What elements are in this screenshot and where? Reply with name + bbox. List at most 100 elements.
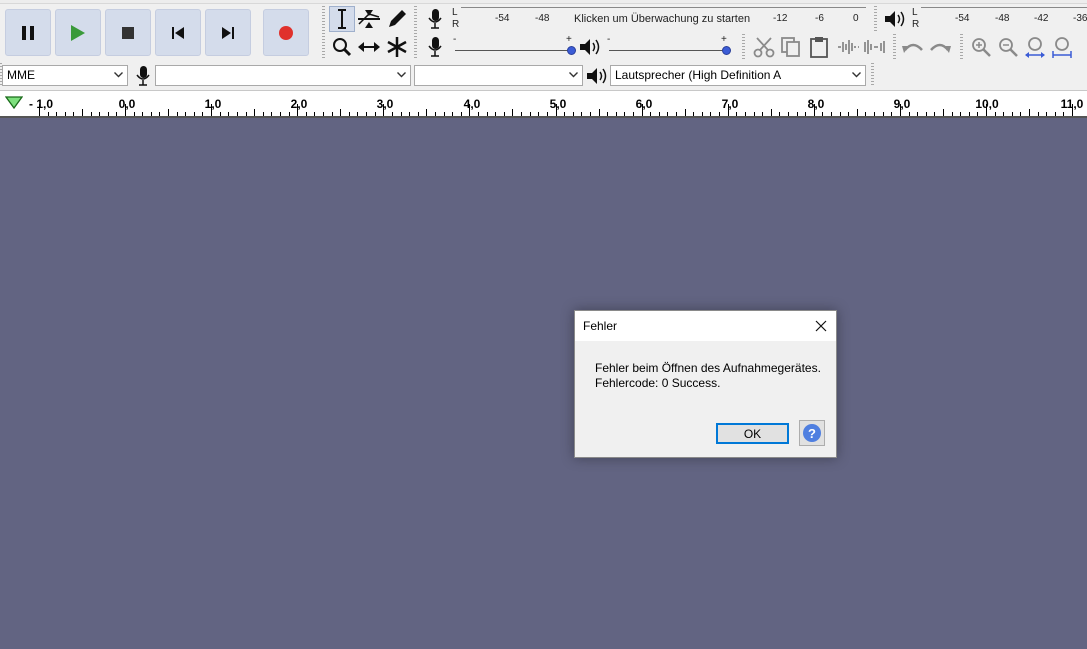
dialog-message-line: Fehlercode: 0 Success. bbox=[595, 376, 721, 390]
ruler-tick bbox=[934, 112, 936, 116]
playback-meter-button[interactable] bbox=[882, 6, 908, 32]
ruler-tick bbox=[107, 112, 109, 116]
cut-button[interactable] bbox=[751, 34, 777, 60]
zoom-in-button[interactable] bbox=[968, 34, 994, 60]
toolbar-grip[interactable] bbox=[871, 63, 874, 87]
slider-max-label: + bbox=[566, 34, 572, 45]
ruler-label: 10,0 bbox=[975, 97, 999, 111]
undo-button[interactable] bbox=[900, 34, 926, 60]
ruler-tick bbox=[271, 112, 273, 116]
ruler-tick bbox=[219, 112, 221, 116]
pause-button[interactable] bbox=[5, 9, 51, 56]
redo-button[interactable] bbox=[927, 34, 953, 60]
zoom-out-button[interactable] bbox=[995, 34, 1021, 60]
ruler-tick bbox=[787, 112, 789, 116]
skip-to-end-button[interactable] bbox=[205, 9, 251, 56]
silence-button[interactable] bbox=[862, 34, 888, 60]
copy-button[interactable] bbox=[778, 34, 804, 60]
ruler-tick bbox=[1029, 109, 1031, 116]
meter-tick: -12 bbox=[773, 13, 788, 24]
trim-button[interactable] bbox=[835, 34, 861, 60]
ruler-tick bbox=[942, 109, 944, 116]
ruler-tick bbox=[564, 112, 566, 116]
play-button[interactable] bbox=[55, 9, 101, 56]
speaker-icon bbox=[885, 11, 905, 27]
recording-device-select[interactable] bbox=[155, 65, 411, 86]
paste-button[interactable] bbox=[806, 34, 832, 60]
ruler-tick bbox=[546, 112, 548, 116]
ruler-tick bbox=[521, 112, 523, 116]
ruler-tick bbox=[744, 112, 746, 116]
play-head-triangle-icon[interactable] bbox=[5, 96, 23, 110]
ruler-tick bbox=[1046, 112, 1048, 116]
i-beam-icon bbox=[338, 9, 346, 29]
slider-max-label: + bbox=[721, 34, 727, 45]
ruler-tick bbox=[650, 112, 652, 116]
time-shift-tool[interactable] bbox=[356, 34, 382, 60]
chevron-down-icon bbox=[114, 72, 123, 78]
ok-button[interactable]: OK bbox=[716, 423, 789, 444]
ruler-tick bbox=[254, 109, 256, 116]
skip-to-start-button[interactable] bbox=[155, 9, 201, 56]
recording-volume-knob[interactable] bbox=[567, 46, 576, 55]
ruler-tick bbox=[1003, 112, 1005, 116]
meter-tick: -48 bbox=[995, 13, 1010, 24]
ruler-tick bbox=[719, 112, 721, 116]
ruler-tick bbox=[632, 112, 634, 116]
record-meter-button[interactable] bbox=[422, 6, 448, 32]
toolbar-grip[interactable] bbox=[874, 6, 877, 32]
ruler-tick bbox=[770, 109, 772, 116]
selection-tool[interactable] bbox=[329, 6, 355, 32]
meter-monitor-prompt[interactable]: Klicken um Überwachung zu starten bbox=[574, 13, 750, 25]
ruler-tick bbox=[443, 112, 445, 116]
toolbar-grip[interactable] bbox=[893, 34, 896, 60]
playback-device-select[interactable]: Lautsprecher (High Definition A bbox=[610, 65, 866, 86]
ruler-tick bbox=[176, 112, 178, 116]
stop-button[interactable] bbox=[105, 9, 151, 56]
toolbar-grip[interactable] bbox=[742, 34, 745, 60]
pause-icon bbox=[22, 25, 34, 40]
ruler-tick bbox=[874, 112, 876, 116]
playback-volume-knob[interactable] bbox=[722, 46, 731, 55]
ruler-tick bbox=[228, 112, 230, 116]
ruler-tick bbox=[426, 109, 428, 116]
toolbar-grip[interactable] bbox=[322, 6, 325, 60]
ruler-tick bbox=[185, 112, 187, 116]
meter-right-label: R bbox=[912, 19, 920, 30]
ruler-tick bbox=[374, 112, 376, 116]
multi-tool[interactable] bbox=[384, 34, 410, 60]
zoom-tool[interactable] bbox=[329, 34, 355, 60]
ruler-tick bbox=[323, 112, 325, 116]
audio-host-value: MME bbox=[7, 68, 35, 82]
ruler-tick bbox=[676, 112, 678, 116]
toolbar-grip[interactable] bbox=[960, 34, 963, 60]
record-button[interactable] bbox=[263, 9, 309, 56]
ruler-tick bbox=[831, 112, 833, 116]
envelope-tool[interactable] bbox=[356, 6, 382, 32]
fit-selection-button[interactable] bbox=[1022, 34, 1048, 60]
playback-volume-track[interactable] bbox=[609, 50, 726, 51]
ruler-tick bbox=[193, 112, 195, 116]
silence-audio-icon bbox=[864, 40, 885, 54]
ruler-tick bbox=[624, 112, 626, 116]
dialog-close-button[interactable] bbox=[812, 317, 830, 335]
draw-tool[interactable] bbox=[384, 6, 410, 32]
playback-device-icon-wrap bbox=[584, 63, 610, 89]
ruler-tick bbox=[133, 112, 135, 116]
dialog-title-bar[interactable]: Fehler bbox=[575, 311, 836, 341]
ruler-tick bbox=[331, 112, 333, 116]
zoom-toggle-button[interactable] bbox=[1075, 34, 1087, 60]
recording-volume-track[interactable] bbox=[455, 50, 571, 51]
ruler-tick bbox=[409, 112, 411, 116]
recording-channels-select[interactable] bbox=[414, 65, 583, 86]
pencil-icon bbox=[389, 10, 406, 27]
toolbar-grip[interactable] bbox=[414, 6, 417, 60]
audio-host-select[interactable]: MME bbox=[2, 65, 128, 86]
fit-project-button[interactable] bbox=[1049, 34, 1075, 60]
playback-device-value: Lautsprecher (High Definition A bbox=[615, 68, 782, 82]
timeline-ruler[interactable]: - 1,0 0,0 1,0 2,0 3,0 4,0 5,0 6,0 7,0 8,… bbox=[0, 90, 1087, 118]
ruler-tick bbox=[73, 112, 75, 116]
dialog-message: Fehler beim Öffnen des Aufnahmegerätes. … bbox=[595, 361, 821, 391]
help-button[interactable]: ? bbox=[799, 420, 825, 446]
ruler-tick bbox=[391, 112, 393, 116]
